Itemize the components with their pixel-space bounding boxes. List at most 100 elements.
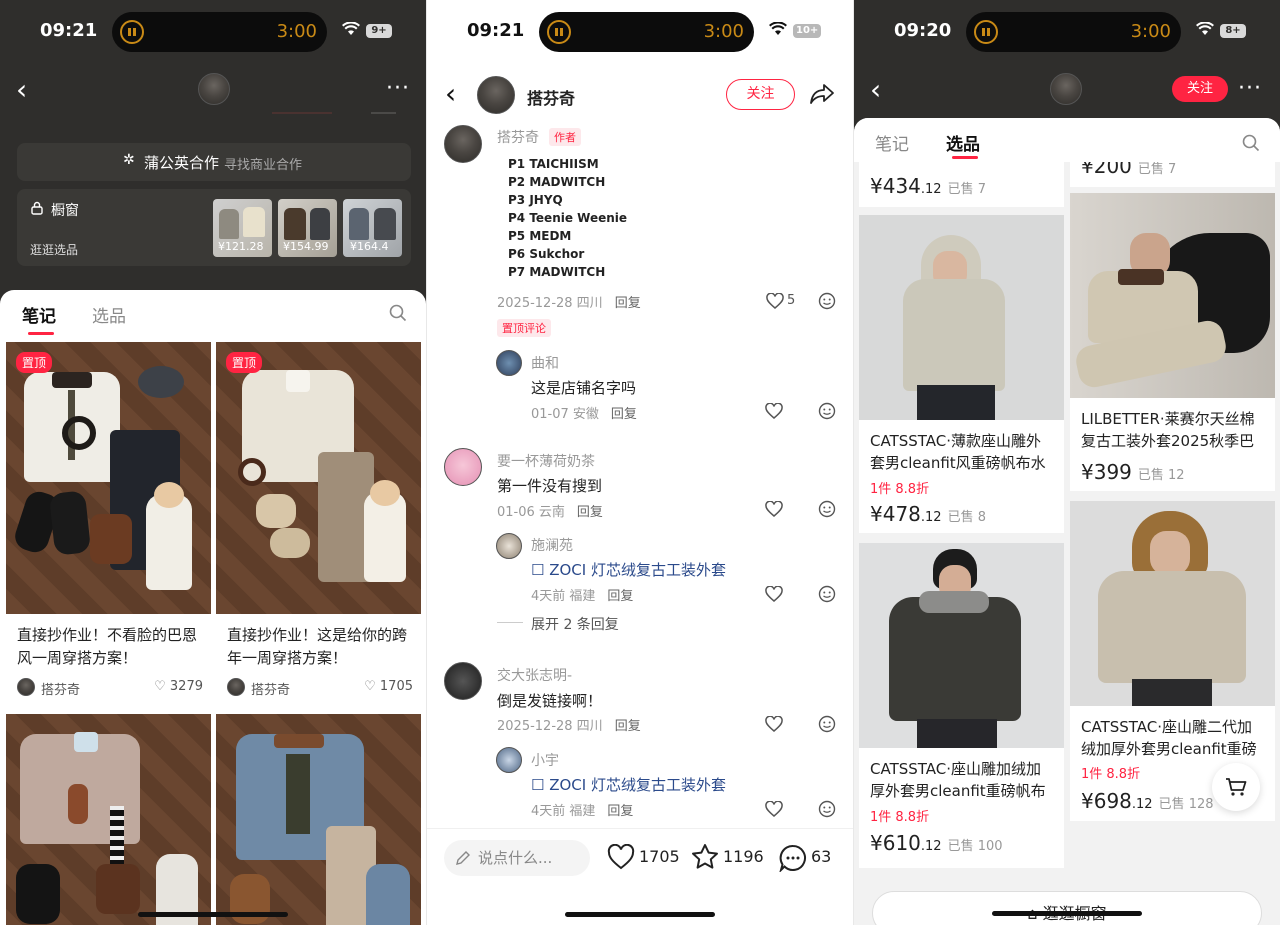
reply-button[interactable]: 回复 [577,505,603,520]
like-icon[interactable] [607,844,635,870]
commenter-name[interactable]: 要一杯薄荷奶茶 [497,451,595,471]
emoji-icon[interactable] [818,585,836,603]
reply-button[interactable]: 回复 [611,407,637,422]
tab-products[interactable]: 选品 [92,302,126,327]
note-image[interactable] [216,714,421,925]
search-icon[interactable] [1242,134,1260,152]
reply-button[interactable]: 回复 [607,589,633,604]
product-card[interactable]: ¥434.12 已售 7 [859,162,1064,207]
showcase-card[interactable]: 橱窗 逛逛选品 ¥121.28 ¥154.99 ¥164.4 [17,189,411,266]
commenter-avatar[interactable] [496,350,522,376]
product-link[interactable]: ☐ ZOCI 灯芯绒复古工装外套 [531,559,726,580]
commenter-avatar[interactable] [444,662,482,700]
tab-notes[interactable]: 笔记 [875,130,909,155]
dynamic-island[interactable]: 3:00 [539,12,754,52]
note-image[interactable] [216,342,421,614]
commenter-name[interactable]: 曲和 [531,353,559,373]
back-arrow-icon[interactable]: ‹ [16,76,27,104]
showcase-thumb-2[interactable]: ¥154.99 [278,199,337,257]
price-decimal: .12 [1131,797,1153,812]
browse-showcase-button[interactable]: ⌂ 逛逛橱窗 [872,891,1262,925]
heart-icon[interactable] [765,716,783,732]
heart-icon[interactable] [766,293,784,309]
tab-products[interactable]: 选品 [946,130,980,155]
follow-button[interactable]: 关注 [1172,76,1228,102]
comment-input-bar: 说点什么... 1705 1196 63 [427,828,853,890]
author-name[interactable]: 搭芬奇 [251,679,290,698]
brand-list-item: P7 MADWITCH [508,265,606,279]
author-name[interactable]: 搭芬奇 [41,679,80,698]
heart-icon[interactable] [765,586,783,602]
reply-button[interactable]: 回复 [615,719,641,734]
pause-icon[interactable] [974,20,998,44]
comment-date: 4天前 福建 [531,589,596,604]
reply-button[interactable]: 回复 [615,296,641,311]
collect-count: 1196 [723,847,764,866]
note-title[interactable]: 直接抄作业！不看脸的巴恩风一周穿搭方案！ [17,624,203,670]
commenter-name[interactable]: 搭芬奇 [497,127,539,147]
product-card[interactable]: CATSSTAC·薄款座山雕外套男cleanfit风重磅帆布水 1件 8.8折 … [859,215,1064,533]
emoji-icon[interactable] [818,800,836,818]
comment-text: 第一件没有搜到 [497,477,603,495]
author-avatar[interactable] [227,678,245,696]
dynamic-island[interactable]: 3:00 [112,12,327,52]
product-link[interactable]: ☐ ZOCI 灯芯绒复古工装外套 [531,774,726,795]
note-image[interactable] [6,342,211,614]
showcase-thumb-1[interactable]: ¥121.28 [213,199,272,257]
commenter-avatar[interactable] [496,747,522,773]
search-icon[interactable] [389,304,407,322]
emoji-icon[interactable] [818,292,836,310]
product-image[interactable] [859,543,1064,748]
comment-bubble-icon[interactable] [779,844,807,872]
reply-button[interactable]: 回复 [607,804,633,819]
product-card[interactable]: CATSSTAC·座山雕加绒加厚外套男cleanfit重磅帆布 1件 8.8折 … [859,543,1064,868]
more-icon[interactable]: ··· [386,76,410,101]
author-avatar[interactable] [477,76,515,114]
emoji-icon[interactable] [818,500,836,518]
back-arrow-icon[interactable]: ‹ [445,80,456,108]
commenter-avatar[interactable] [444,448,482,486]
comment-meta: 01-06 云南 回复 [497,501,603,520]
product-card[interactable]: ¥200 已售 7 [1070,162,1275,187]
avatar[interactable] [198,73,230,105]
author-name[interactable]: 搭芬奇 [527,85,575,109]
heart-icon[interactable] [765,801,783,817]
tab-notes[interactable]: 笔记 [22,302,56,327]
note-title[interactable]: 直接抄作业！这是给你的跨年一周穿搭方案！ [227,624,413,670]
note-card[interactable]: 置顶 直接抄作业！不看脸的巴恩风一周穿搭方案！ 搭芬奇 ♡ 3279 [6,342,211,707]
pause-icon[interactable] [547,20,571,44]
note-likes[interactable]: ♡ 1705 [364,679,413,694]
note-image[interactable] [6,714,211,925]
expand-replies-button[interactable]: 展开 2 条回复 [531,614,619,634]
commenter-name[interactable]: 小宇 [531,750,559,770]
dynamic-island[interactable]: 3:00 [966,12,1181,52]
author-avatar[interactable] [17,678,35,696]
pause-icon[interactable] [120,20,144,44]
discount-label: 1件 8.8折 [870,482,930,497]
share-icon[interactable] [809,83,835,105]
product-image[interactable] [1070,193,1275,398]
commenter-avatar[interactable] [496,533,522,559]
note-likes[interactable]: ♡ 3279 [154,679,203,694]
showcase-thumb-3[interactable]: ¥164.4 [343,199,402,257]
comment-text: 倒是发链接啊！ [497,692,603,710]
emoji-icon[interactable] [818,715,836,733]
product-card[interactable]: LILBETTER·莱赛尔天丝棉复古工装外套2025秋季巴 ¥399 已售 12 [1070,193,1275,491]
heart-icon[interactable] [765,501,783,517]
avatar[interactable] [1050,73,1082,105]
product-image[interactable] [859,215,1064,420]
comment-date: 2025-12-28 四川 [497,296,603,311]
heart-icon[interactable] [765,403,783,419]
commenter-name[interactable]: 施澜苑 [531,535,573,555]
cooperation-card[interactable]: ✲ 蒲公英合作 寻找商业合作 [17,143,411,181]
back-arrow-icon[interactable]: ‹ [870,76,881,104]
follow-button[interactable]: 关注 [726,79,795,110]
cart-button[interactable] [1212,763,1260,811]
more-icon[interactable]: ··· [1238,76,1262,101]
note-card[interactable]: 置顶 直接抄作业！这是给你的跨年一周穿搭方案！ 搭芬奇 ♡ 1705 [216,342,421,707]
product-image[interactable] [1070,501,1275,706]
collect-star-icon[interactable] [691,843,719,870]
emoji-icon[interactable] [818,402,836,420]
commenter-avatar[interactable] [444,125,482,163]
commenter-name[interactable]: 交大张志明- [497,665,572,685]
